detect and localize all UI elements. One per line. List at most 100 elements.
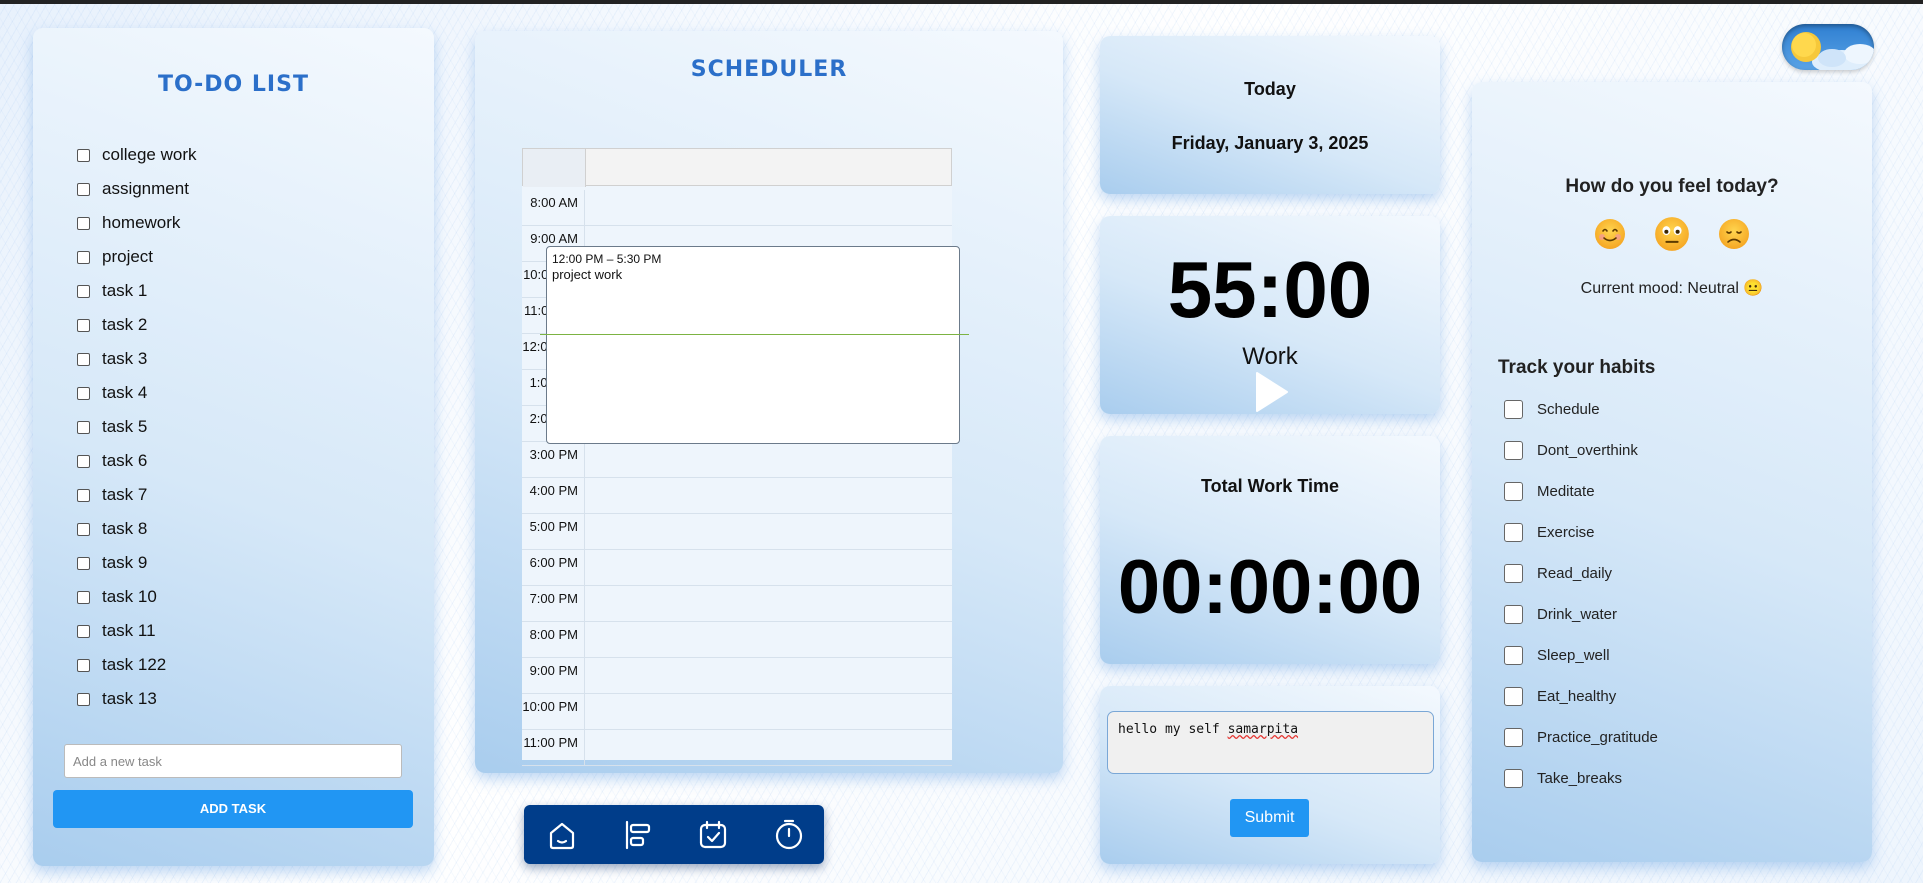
- time-label: 7:00 PM: [522, 586, 585, 622]
- time-slot[interactable]: 4:00 PM: [522, 478, 952, 514]
- todo-checkbox[interactable]: [77, 216, 90, 230]
- habit-checkbox[interactable]: [1504, 441, 1523, 460]
- habit-item[interactable]: Eat_healthy: [1504, 687, 1658, 728]
- todo-checkbox[interactable]: [77, 692, 90, 706]
- habit-checkbox[interactable]: [1504, 482, 1523, 501]
- todo-item[interactable]: task 6: [77, 444, 197, 478]
- happy-face-icon[interactable]: [1594, 218, 1626, 250]
- habit-item[interactable]: Practice_gratitude: [1504, 728, 1658, 769]
- todo-checkbox[interactable]: [77, 386, 90, 400]
- calendar-day-view[interactable]: 8:00 AM 9:00 AM 10:00 AM 11:00 AM 12:00 …: [522, 148, 952, 766]
- timer-display: 55:00: [1167, 245, 1373, 334]
- habit-checkbox[interactable]: [1504, 400, 1523, 419]
- habit-item[interactable]: Meditate: [1504, 482, 1658, 523]
- theme-toggle[interactable]: [1782, 24, 1874, 70]
- time-label: 11:00 PM: [522, 730, 585, 766]
- scheduler-title: SCHEDULER: [690, 57, 848, 82]
- todo-item[interactable]: task 11: [77, 614, 197, 648]
- todo-item-label: task 122: [102, 655, 167, 674]
- todo-item-label: task 4: [102, 383, 148, 402]
- todo-item[interactable]: task 3: [77, 342, 197, 376]
- calendar-event[interactable]: 12:00 PM – 5:30 PM project work: [546, 246, 960, 444]
- add-task-button[interactable]: ADD TASK: [53, 790, 413, 828]
- time-slot[interactable]: 10:00 PM: [522, 694, 952, 730]
- time-slot[interactable]: 7:00 PM: [522, 586, 952, 622]
- time-label: 9:00 PM: [522, 658, 585, 694]
- todo-checkbox[interactable]: [77, 522, 90, 536]
- todo-checkbox[interactable]: [77, 454, 90, 468]
- habits-title: Track your habits: [1498, 357, 1656, 378]
- habit-item[interactable]: Schedule: [1504, 400, 1658, 441]
- play-icon[interactable]: [1253, 371, 1289, 413]
- time-slot[interactable]: 6:00 PM: [522, 550, 952, 586]
- submit-button[interactable]: Submit: [1230, 799, 1309, 837]
- todo-item[interactable]: task 1: [77, 274, 197, 308]
- habit-label: Sleep_well: [1537, 647, 1610, 664]
- habit-checkbox[interactable]: [1504, 605, 1523, 624]
- time-slot[interactable]: 8:00 AM: [522, 190, 952, 226]
- todo-item[interactable]: task 10: [77, 580, 197, 614]
- todo-checkbox[interactable]: [77, 488, 90, 502]
- today-date: Friday, January 3, 2025: [1171, 133, 1369, 153]
- todo-checkbox[interactable]: [77, 148, 90, 162]
- time-slot[interactable]: 3:00 PM: [522, 442, 952, 478]
- habit-item[interactable]: Sleep_well: [1504, 646, 1658, 687]
- todo-item-label: task 6: [102, 451, 148, 470]
- habit-checkbox[interactable]: [1504, 769, 1523, 788]
- habit-item[interactable]: Take_breaks: [1504, 769, 1658, 810]
- time-slot[interactable]: 9:00 PM: [522, 658, 952, 694]
- habit-item[interactable]: Exercise: [1504, 523, 1658, 564]
- time-label: 4:00 PM: [522, 478, 585, 514]
- todo-checkbox[interactable]: [77, 420, 90, 434]
- todo-list: college work assignment homework project…: [77, 138, 197, 716]
- new-task-input[interactable]: Add a new task: [64, 744, 402, 778]
- habit-label: Take_breaks: [1537, 770, 1623, 787]
- todo-item[interactable]: task 8: [77, 512, 197, 546]
- todo-item-label: task 7: [102, 485, 148, 504]
- todo-item[interactable]: task 5: [77, 410, 197, 444]
- time-slot[interactable]: 5:00 PM: [522, 514, 952, 550]
- todo-checkbox[interactable]: [77, 318, 90, 332]
- home-icon[interactable]: [545, 819, 579, 851]
- todo-item[interactable]: task 2: [77, 308, 197, 342]
- neutral-face-icon[interactable]: [1654, 216, 1690, 252]
- todo-item-label: task 13: [102, 689, 157, 708]
- calendar-check-icon[interactable]: [696, 819, 730, 851]
- habit-checkbox[interactable]: [1504, 687, 1523, 706]
- current-mood: Current mood: Neutral 😐: [1580, 280, 1764, 297]
- timer-icon[interactable]: [772, 819, 806, 851]
- todo-checkbox[interactable]: [77, 182, 90, 196]
- todo-checkbox[interactable]: [77, 590, 90, 604]
- todo-checkbox[interactable]: [77, 352, 90, 366]
- habit-checkbox[interactable]: [1504, 523, 1523, 542]
- habit-checkbox[interactable]: [1504, 728, 1523, 747]
- note-textarea[interactable]: hello my self samarpita: [1107, 711, 1434, 774]
- todo-checkbox[interactable]: [77, 250, 90, 264]
- note-card: hello my self samarpita Submit: [1100, 686, 1440, 864]
- timeline-icon[interactable]: [621, 819, 655, 851]
- habit-label: Meditate: [1537, 483, 1595, 500]
- todo-item[interactable]: task 13: [77, 682, 197, 716]
- todo-item[interactable]: task 122: [77, 648, 197, 682]
- todo-item-label: task 5: [102, 417, 148, 436]
- habit-item[interactable]: Drink_water: [1504, 605, 1658, 646]
- habit-checkbox[interactable]: [1504, 646, 1523, 665]
- time-slot[interactable]: 11:00 PM: [522, 730, 952, 766]
- todo-item[interactable]: college work: [77, 138, 197, 172]
- todo-checkbox[interactable]: [77, 624, 90, 638]
- habit-item[interactable]: Read_daily: [1504, 564, 1658, 605]
- todo-item[interactable]: assignment: [77, 172, 197, 206]
- todo-item[interactable]: task 7: [77, 478, 197, 512]
- sad-face-icon[interactable]: [1718, 218, 1750, 250]
- todo-checkbox[interactable]: [77, 284, 90, 298]
- todo-item[interactable]: task 9: [77, 546, 197, 580]
- habit-item[interactable]: Dont_overthink: [1504, 441, 1658, 482]
- todo-item[interactable]: task 4: [77, 376, 197, 410]
- todo-item-label: task 1: [102, 281, 148, 300]
- time-slot[interactable]: 8:00 PM: [522, 622, 952, 658]
- todo-checkbox[interactable]: [77, 556, 90, 570]
- todo-item[interactable]: homework: [77, 206, 197, 240]
- todo-checkbox[interactable]: [77, 658, 90, 672]
- todo-item[interactable]: project: [77, 240, 197, 274]
- habit-checkbox[interactable]: [1504, 564, 1523, 583]
